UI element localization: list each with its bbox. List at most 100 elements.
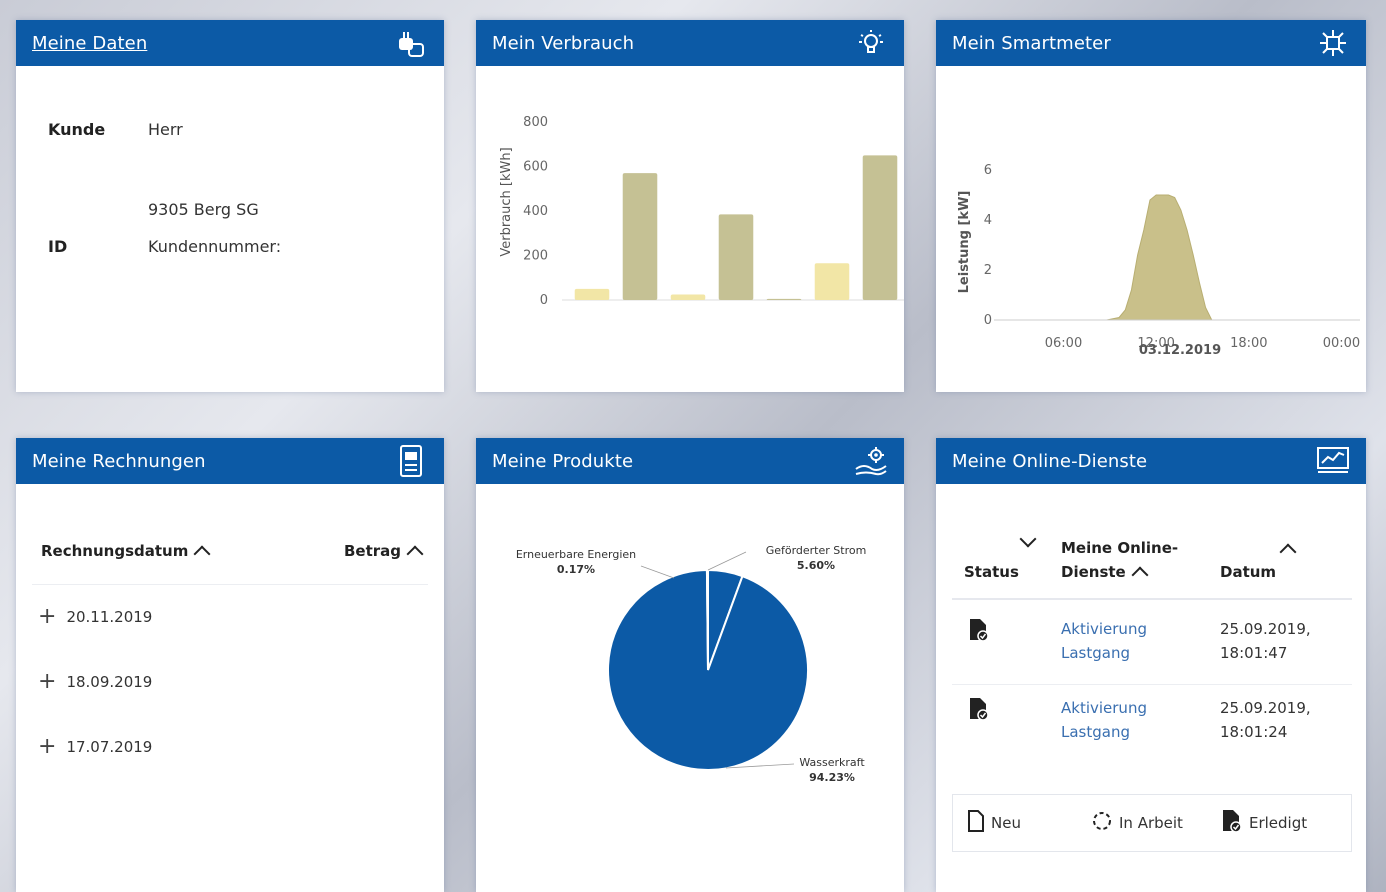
card-header-rechnungen: Meine Rechnungen (16, 438, 444, 484)
card-header-verbrauch: Mein Verbrauch (476, 20, 904, 66)
card-mein-verbrauch: Mein Verbrauch Verbrauch [kWh] 0 200 400 60… (476, 20, 904, 392)
legend-new: Neu (967, 810, 1021, 836)
bar[interactable] (718, 214, 754, 300)
dienst-link-line2[interactable]: Lastgang (1061, 720, 1130, 744)
id-label: ID (48, 237, 68, 256)
expand-plus-icon[interactable]: + (38, 671, 56, 693)
y-tick-label: 0 (984, 313, 992, 328)
col-dienste[interactable]: Dienste (1061, 560, 1149, 584)
y-tick-label: 4 (984, 213, 992, 228)
y-tick-label: 600 (523, 160, 548, 175)
y-tick-label: 800 (523, 115, 548, 130)
legend-done: Erledigt (1221, 809, 1307, 837)
document-done-icon (1221, 809, 1243, 837)
slice-name: Geförderter Strom (766, 544, 867, 557)
bar[interactable] (862, 155, 898, 300)
y-tick-label: 400 (523, 204, 548, 219)
document-done-icon (968, 697, 990, 725)
dienst-date: 25.09.2019, (1220, 620, 1311, 638)
address-value: 9305 Berg SG (148, 200, 259, 219)
kunde-value: Herr (148, 120, 183, 139)
verbrauch-chart: Verbrauch [kWh] 0 200 400 600 800 (499, 115, 904, 308)
monitor-chart-icon (1316, 444, 1350, 478)
card-meine-rechnungen: Meine Rechnungen Rechnungsdatum Betrag +… (16, 438, 444, 892)
slice-pct: 0.17% (557, 563, 595, 576)
divider (952, 598, 1352, 600)
col-status[interactable]: Status (964, 560, 1019, 584)
hand-gear-icon (854, 444, 888, 478)
legend-progress: In Arbeit (1091, 810, 1183, 836)
invoice-date: 20.11.2019 (66, 608, 153, 626)
produkte-title: Meine Produkte (492, 450, 634, 472)
x-tick-label: 18:00 (1230, 336, 1267, 351)
sort-down-icon[interactable] (1019, 530, 1037, 548)
y-tick-label: 6 (984, 163, 992, 178)
meine-daten-link[interactable]: Meine Daten (32, 33, 147, 54)
verbrauch-ylabel: Verbrauch [kWh] (499, 147, 514, 256)
col-dienste-line1[interactable]: Meine Online- (1061, 536, 1178, 560)
y-tick-label: 0 (540, 293, 548, 308)
invoice-row[interactable]: + 20.11.2019 (38, 606, 152, 628)
smartmeter-area (994, 194, 1342, 321)
bar[interactable] (766, 298, 802, 300)
slice-name: Erneuerbare Energien (516, 548, 636, 561)
divider (32, 584, 428, 585)
document-done-icon (968, 618, 990, 646)
kunde-label: Kunde (48, 120, 106, 139)
smartmeter-title: Mein Smartmeter (952, 32, 1111, 54)
online-title: Meine Online-Dienste (952, 450, 1148, 472)
slice-pct: 94.23% (809, 771, 855, 784)
col-betrag[interactable]: Betrag (344, 542, 424, 563)
sort-up-icon[interactable] (1279, 543, 1297, 561)
status-legend: Neu In Arbeit Erledigt (952, 794, 1352, 852)
card-meine-daten: Meine Daten Kunde Herr 9305 Berg SG ID K… (16, 20, 444, 392)
expand-plus-icon[interactable]: + (38, 606, 56, 628)
spinner-icon (1091, 810, 1113, 836)
smartmeter-ylabel: Leistung [kW] (957, 191, 972, 294)
card-header-produkte: Meine Produkte (476, 438, 904, 484)
dienst-link-line2[interactable]: Lastgang (1061, 641, 1130, 665)
smartmeter-chart: Leistung [kW] 0246 06:00 12:00 18:00 00:00 … (957, 163, 1360, 358)
rechnungen-title: Meine Rechnungen (32, 450, 206, 472)
expand-plus-icon[interactable]: + (38, 736, 56, 758)
legend-new-label: Neu (991, 814, 1021, 832)
verbrauch-title: Mein Verbrauch (492, 32, 635, 54)
pie-label-erneuerbar: Erneuerbare Energien 0.17% (516, 548, 636, 576)
bar[interactable] (670, 294, 706, 300)
card-header-online: Meine Online-Dienste (936, 438, 1366, 484)
divider (952, 684, 1352, 685)
bar[interactable] (622, 173, 658, 300)
slice-pct: 5.60% (797, 559, 835, 572)
col-rechnungsdatum[interactable]: Rechnungsdatum (41, 542, 211, 563)
smartmeter-xlabel: 03.12.2019 (1139, 343, 1221, 358)
lightbulb-icon (854, 26, 888, 60)
dienst-time: 18:01:24 (1220, 723, 1288, 741)
col-betrag-label: Betrag (344, 542, 402, 560)
bar[interactable] (574, 288, 610, 300)
sort-up-icon (193, 545, 211, 563)
col-datum[interactable]: Datum (1220, 560, 1276, 584)
invoice-row[interactable]: + 17.07.2019 (38, 736, 152, 758)
plug-icon (394, 26, 428, 60)
bar[interactable] (814, 263, 850, 300)
legend-done-label: Erledigt (1249, 814, 1308, 832)
invoice-row[interactable]: + 18.09.2019 (38, 671, 152, 693)
dienst-date: 25.09.2019, (1220, 699, 1311, 717)
pie-label-wasserkraft: Wasserkraft 94.23% (799, 756, 865, 784)
card-header-daten: Meine Daten (16, 20, 444, 66)
card-header-smartmeter: Mein Smartmeter (936, 20, 1366, 66)
pie-slice[interactable] (705, 568, 709, 671)
x-tick-label: 00:00 (1323, 336, 1360, 351)
slice-name: Wasserkraft (799, 756, 865, 769)
sort-up-icon (406, 545, 424, 563)
card-meine-online-dienste: Meine Online-Dienste Status Meine Online… (936, 438, 1366, 892)
dienst-link-line1[interactable]: Aktivierung (1061, 696, 1147, 720)
invoice-date: 17.07.2019 (66, 738, 153, 756)
dienst-link-line1[interactable]: Aktivierung (1061, 617, 1147, 641)
document-new-icon (967, 810, 985, 836)
invoice-icon (394, 444, 428, 478)
card-meine-produkte: Meine Produkte Erneuerbare Energien 0.17… (476, 438, 904, 892)
sort-up-icon (1131, 566, 1149, 584)
y-tick-label: 2 (984, 263, 992, 278)
legend-progress-label: In Arbeit (1119, 814, 1183, 832)
